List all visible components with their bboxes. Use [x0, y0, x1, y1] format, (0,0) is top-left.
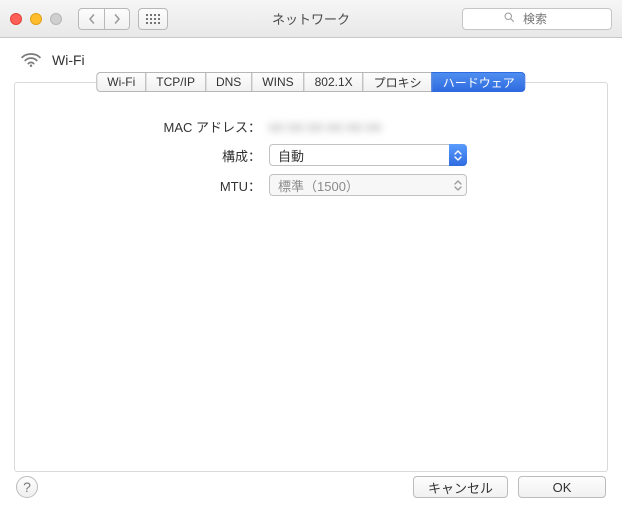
cancel-label: キャンセル — [428, 481, 493, 496]
footer: ? キャンセル OK — [0, 464, 622, 512]
settings-panel: Wi-Fi TCP/IP DNS WINS 802.1X プロキシ ハードウェア… — [14, 82, 608, 472]
chevron-updown-icon — [449, 174, 467, 196]
configure-select[interactable]: 自動 — [269, 144, 467, 166]
minimize-window-button[interactable] — [30, 13, 42, 25]
wifi-icon — [20, 52, 42, 68]
tab-label: ハードウェア — [443, 74, 515, 91]
mtu-label: MTU： — [39, 176, 269, 195]
forward-button[interactable] — [104, 8, 130, 30]
tab-label: TCP/IP — [156, 75, 195, 89]
tab-tcpip[interactable]: TCP/IP — [145, 72, 206, 92]
tab-wins[interactable]: WINS — [251, 72, 304, 92]
tab-hardware[interactable]: ハードウェア — [432, 72, 526, 92]
grid-icon — [146, 14, 160, 24]
back-button[interactable] — [78, 8, 104, 30]
tab-label: WINS — [262, 75, 293, 89]
tab-wifi[interactable]: Wi-Fi — [96, 72, 146, 92]
wifi-header: Wi-Fi — [0, 38, 622, 76]
hardware-form: MAC アドレス： xx:xx:xx:xx:xx:xx 構成： 自動 MTU： … — [15, 83, 607, 238]
titlebar: ネットワーク — [0, 0, 622, 38]
mac-address-value: xx:xx:xx:xx:xx:xx — [269, 119, 382, 134]
tab-label: DNS — [216, 75, 241, 89]
search-icon — [503, 11, 515, 26]
tabs: Wi-Fi TCP/IP DNS WINS 802.1X プロキシ ハードウェア — [96, 72, 525, 92]
tab-label: プロキシ — [374, 74, 422, 91]
search-input[interactable] — [521, 11, 571, 27]
maximize-window-button[interactable] — [50, 13, 62, 25]
mtu-value: 標準（1500） — [278, 176, 359, 195]
tab-8021x[interactable]: 802.1X — [304, 72, 364, 92]
tab-proxy[interactable]: プロキシ — [363, 72, 433, 92]
tab-dns[interactable]: DNS — [205, 72, 252, 92]
tab-label: Wi-Fi — [107, 75, 135, 89]
configure-label: 構成： — [39, 146, 269, 165]
section-title: Wi-Fi — [52, 52, 85, 68]
show-all-button[interactable] — [138, 8, 168, 30]
tab-label: 802.1X — [315, 75, 353, 89]
help-icon: ? — [23, 479, 31, 495]
help-button[interactable]: ? — [16, 476, 38, 498]
mtu-select[interactable]: 標準（1500） — [269, 174, 467, 196]
nav-group — [78, 8, 130, 30]
mac-address-label: MAC アドレス： — [39, 117, 269, 136]
ok-label: OK — [553, 480, 572, 495]
configure-value: 自動 — [278, 146, 304, 165]
traffic-lights — [10, 13, 62, 25]
chevron-updown-icon — [449, 144, 467, 166]
close-window-button[interactable] — [10, 13, 22, 25]
search-box[interactable] — [462, 8, 612, 30]
cancel-button[interactable]: キャンセル — [413, 476, 508, 498]
ok-button[interactable]: OK — [518, 476, 606, 498]
